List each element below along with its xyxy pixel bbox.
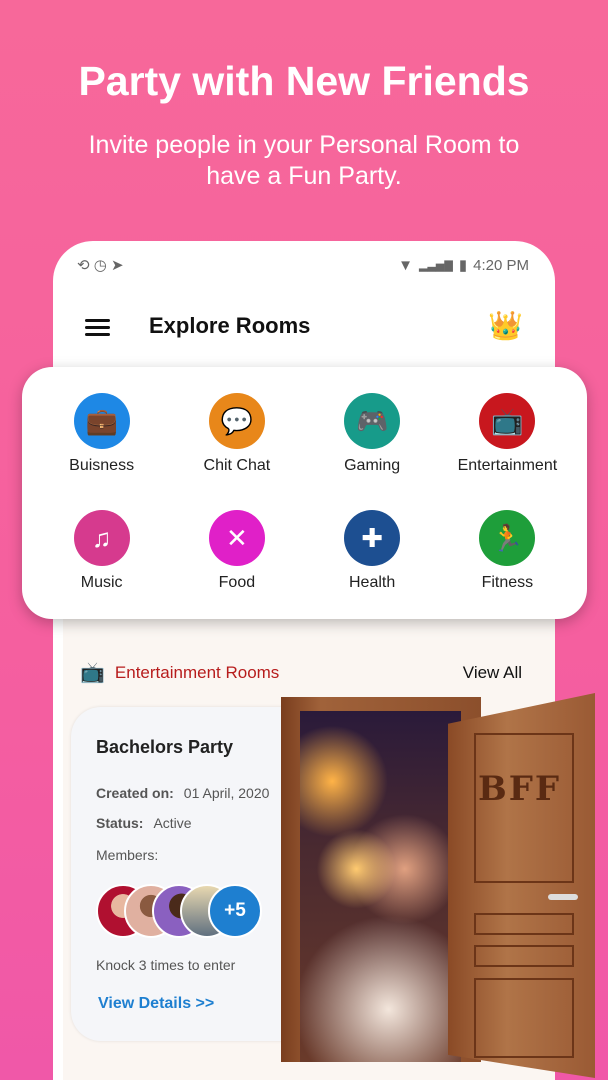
section-title: Entertainment Rooms: [114, 662, 280, 682]
category-entertainment[interactable]: 📺 Entertainment: [440, 393, 575, 510]
view-all-link[interactable]: View All: [463, 663, 522, 683]
created-value: 01 April, 2020: [183, 785, 270, 801]
category-music[interactable]: ♫ Music: [34, 510, 169, 627]
briefcase-icon: 💼: [73, 393, 130, 449]
category-label: Chit Chat: [203, 457, 271, 474]
category-label: Food: [218, 574, 256, 591]
hamburger-icon[interactable]: [85, 319, 110, 340]
hero-title: Party with New Friends: [78, 58, 530, 104]
party-photo: [300, 711, 461, 1062]
category-fitness[interactable]: 🏃 Fitness: [440, 510, 575, 627]
category-label: Buisness: [69, 457, 135, 474]
category-grid: 💼 Buisness 💬 Chit Chat 🎮 Gaming 📺 Entertainment…: [22, 367, 587, 619]
crown-icon[interactable]: 👑: [488, 309, 523, 342]
tv-icon: 📺: [80, 662, 105, 684]
category-food[interactable]: ✕ Food: [169, 510, 304, 627]
screen-rotation-lock-icon: ⟲: [77, 257, 90, 274]
members-label: Members:: [96, 847, 159, 863]
room-name: Bachelors Party: [96, 737, 234, 757]
door-sign: BFF: [478, 769, 562, 809]
category-label: Health: [349, 574, 396, 591]
category-label: Music: [80, 574, 123, 591]
created-label: Created on:: [96, 785, 174, 801]
app-bar: Explore Rooms 👑: [53, 307, 555, 347]
status-bar: ⟲ ◷ ➤ ▼ ▂▃▅▇ ▮ 4:20 PM: [77, 255, 529, 275]
room-note: Knock 3 times to enter: [96, 957, 236, 973]
category-health[interactable]: ✚ Health: [305, 510, 440, 627]
medical-cross-icon: ✚: [344, 510, 401, 566]
location-arrow-icon: ➤: [111, 257, 124, 274]
more-members-badge[interactable]: +5: [208, 884, 262, 938]
view-details-link[interactable]: View Details >>: [98, 995, 214, 1013]
open-door: BFF: [448, 693, 595, 1078]
status-value: Active: [153, 815, 192, 831]
fork-knife-icon: ✕: [208, 510, 265, 566]
status-label: Status:: [96, 815, 144, 831]
chat-bubble-icon: 💬: [208, 393, 265, 449]
door-handle-icon: [548, 894, 578, 900]
clock-icon: ◷: [93, 257, 107, 274]
wifi-icon: ▼: [398, 256, 414, 274]
section-header: 📺 Entertainment Rooms View All: [80, 660, 522, 685]
category-buisness[interactable]: 💼 Buisness: [34, 393, 169, 510]
music-note-icon: ♫: [73, 510, 130, 566]
signal-icon: ▂▃▅▇: [419, 259, 453, 272]
category-label: Entertainment: [457, 457, 558, 474]
gamepad-icon: 🎮: [344, 393, 401, 449]
member-avatars: +5: [96, 884, 262, 938]
tv-icon: 📺: [479, 393, 536, 449]
running-icon: 🏃: [479, 510, 536, 566]
category-gaming[interactable]: 🎮 Gaming: [305, 393, 440, 510]
category-label: Gaming: [344, 457, 401, 474]
battery-icon: ▮: [458, 257, 468, 274]
page-title: Explore Rooms: [149, 313, 311, 338]
status-time: 4:20 PM: [473, 256, 529, 274]
category-chit-chat[interactable]: 💬 Chit Chat: [169, 393, 304, 510]
category-label: Fitness: [481, 574, 534, 591]
hero-subtitle: Invite people in your Personal Room to h…: [88, 131, 520, 190]
